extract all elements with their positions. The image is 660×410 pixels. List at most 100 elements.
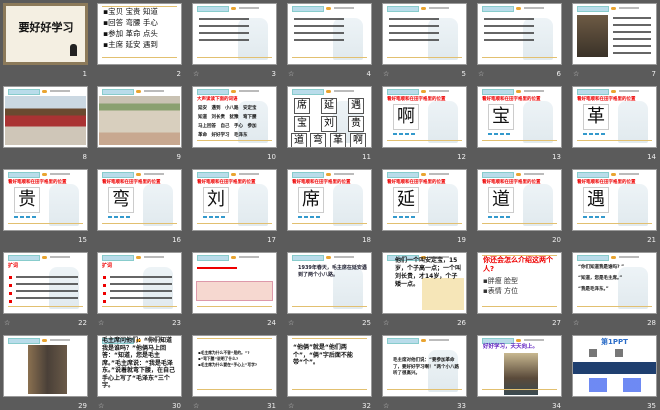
slide-number: 15: [78, 236, 87, 244]
animation-star-icon[interactable]: ☆: [193, 402, 199, 410]
slide-thumbnail[interactable]: 好好学习，天天向上。: [477, 335, 562, 397]
bullet-item: ▪宝贝 宝贵 知道: [103, 7, 158, 16]
animation-star-icon[interactable]: ☆: [193, 70, 199, 78]
animation-star-icon[interactable]: ☆: [383, 319, 389, 327]
text-line: [389, 18, 439, 20]
slide-thumbnail[interactable]: 扩词: [3, 252, 88, 314]
slide-header-badge: [577, 6, 609, 12]
slide-number: 32: [362, 402, 371, 410]
divider: [102, 223, 177, 224]
slide-thumbnail[interactable]: 看好笔顺和在田字格里的位置延: [382, 169, 467, 231]
animation-star-icon[interactable]: ☆: [288, 402, 294, 410]
character-box: 刘: [203, 187, 229, 213]
divider: [577, 223, 652, 224]
slide-header-icon: [136, 90, 141, 93]
divider: [197, 57, 272, 58]
divider: [292, 57, 367, 58]
divider: [387, 389, 462, 390]
slide-header-icon: [42, 256, 47, 259]
slide-thumbnail[interactable]: 看好笔顺和在田字格里的位置道: [477, 169, 562, 231]
slide-thumbnail[interactable]: [192, 252, 277, 314]
animation-star-icon[interactable]: ☆: [4, 319, 10, 327]
slide-thumbnail[interactable]: 看好笔顺和在田字格里的位置贵: [3, 169, 88, 231]
slide-header-icon: [516, 7, 521, 10]
character-box: 延: [393, 187, 419, 213]
slide-thumbnail[interactable]: [477, 3, 562, 65]
stroke-order-bar: [488, 133, 510, 135]
animation-star-icon[interactable]: ☆: [288, 319, 294, 327]
character-box: 道: [488, 187, 514, 213]
slide-thumbnail[interactable]: 席延遇宝刘贵道弯革啊: [287, 86, 372, 148]
animation-star-icon[interactable]: ☆: [573, 319, 579, 327]
slide-header-text: [429, 339, 449, 341]
figures-image: [49, 184, 79, 226]
slide-thumbnail[interactable]: 你还会怎么介绍这两个人? ▪胖瘦 脸型 ▪表情 方位: [477, 252, 562, 314]
slide-thumbnail[interactable]: 毛主席问他们：“你们知道我是谁吗？”他俩马上回答：“知道，您是毛主席。”毛主席说…: [97, 335, 182, 397]
slide-header-badge: [292, 6, 324, 12]
slide-header-text: [239, 256, 259, 258]
qr-codes: [589, 349, 639, 357]
slide-thumbnail[interactable]: 看好笔顺和在田字格里的位置革: [572, 86, 657, 148]
text-line: [16, 276, 78, 278]
figures-image: [523, 184, 553, 226]
slide-header-badge: [387, 89, 419, 95]
slide-thumbnail[interactable]: 1939年春天，毛主席在延安遇到了两个小八路。: [287, 252, 372, 314]
animation-star-icon[interactable]: ☆: [383, 402, 389, 410]
slide-thumbnail[interactable]: [97, 86, 182, 148]
slide-thumbnail[interactable]: 看好笔顺和在田字格里的位置啊: [382, 86, 467, 148]
slide-number: 16: [172, 236, 181, 244]
stroke-order-bar: [298, 216, 320, 218]
slide-thumbnail[interactable]: “他俩”就是“他们两个”，“俩”字后面不能带“个”。: [287, 335, 372, 397]
animation-star-icon[interactable]: ☆: [98, 319, 104, 327]
slide-number: 25: [362, 319, 371, 327]
divider: [197, 223, 272, 224]
slide-thumbnail[interactable]: [3, 86, 88, 148]
text-line: [613, 24, 651, 26]
animation-star-icon[interactable]: ☆: [383, 70, 389, 78]
animation-star-icon[interactable]: ☆: [478, 70, 484, 78]
character-card: 啊: [350, 133, 366, 147]
slide-header-text: [50, 256, 70, 258]
slide-number: 8: [82, 153, 87, 161]
slide-thumbnail[interactable]: [382, 3, 467, 65]
text-line: [16, 283, 78, 285]
animation-star-icon[interactable]: ☆: [98, 402, 104, 410]
slide-thumbnail[interactable]: [572, 3, 657, 65]
slide-thumbnail[interactable]: 看好笔顺和在田字格里的位置席: [287, 169, 372, 231]
slide-thumbnail[interactable]: [192, 3, 277, 65]
slide-thumbnail[interactable]: 大声读读下面的词语 延安 遇到 小八路 安定宝 知道 刘长贵 犹豫 弯下腰 马上回答 …: [192, 86, 277, 148]
stroke-order-bar: [393, 133, 415, 135]
slide-thumbnail[interactable]: 看好笔顺和在田字格里的位置遇: [572, 169, 657, 231]
slide-header-badge: [8, 172, 40, 178]
slide-header-badge: [102, 89, 134, 95]
slide-thumbnail[interactable]: “你们知道我是谁吗? ” “知道，您是毛主席。” “我是毛泽东。”: [572, 252, 657, 314]
slide-thumbnail[interactable]: 看好笔顺和在田字格里的位置弯: [97, 169, 182, 231]
divider: [292, 223, 367, 224]
text-line: [484, 25, 534, 27]
divider: [8, 306, 83, 307]
red-char-marker: [9, 300, 12, 303]
text-line: [484, 18, 534, 20]
animation-star-icon[interactable]: ☆: [288, 70, 294, 78]
slide-thumbnail[interactable]: 他们一个叫安定宝，15岁，个子高一点；一个叫刘长贵，才14岁，个子矮一点。: [382, 252, 467, 314]
red-char-marker: [9, 292, 12, 295]
slide-thumbnail[interactable]: 扩词: [97, 252, 182, 314]
text-line: [16, 297, 78, 299]
slide-thumbnail[interactable]: [3, 335, 88, 397]
text-line: [484, 39, 534, 41]
slide-thumbnail[interactable]: 第1PPT: [572, 335, 657, 397]
slide-thumbnail[interactable]: 要好好学习: [3, 3, 88, 65]
slide-header-icon: [326, 7, 331, 10]
slide-thumbnail[interactable]: 毛主席对他们说：“要参加革命了，要好好学习啊！”两个小八路听了很高兴。: [382, 335, 467, 397]
animation-star-icon[interactable]: ☆: [573, 70, 579, 78]
text-line: [110, 276, 172, 278]
slide-header-icon: [42, 90, 47, 93]
slide-thumbnail[interactable]: 看好笔顺和在田字格里的位置刘: [192, 169, 277, 231]
red-char-marker: [103, 276, 106, 279]
slide-thumbnail[interactable]: ▪毛主席为什么不答“是的。”? ▪“弯下腰”说明了什么? ▪毛主席为什么要在“手心上…: [192, 335, 277, 397]
slide-thumbnail[interactable]: 看好笔顺和在田字格里的位置宝: [477, 86, 562, 148]
figures-image: [238, 184, 268, 226]
slide-thumbnail[interactable]: ▪宝贝 宝贵 知道 ▪回答 弯腰 手心 ▪参加 革命 点头 ▪主席 延安 遇到: [97, 3, 182, 65]
divider: [292, 389, 367, 390]
slide-thumbnail[interactable]: [287, 3, 372, 65]
